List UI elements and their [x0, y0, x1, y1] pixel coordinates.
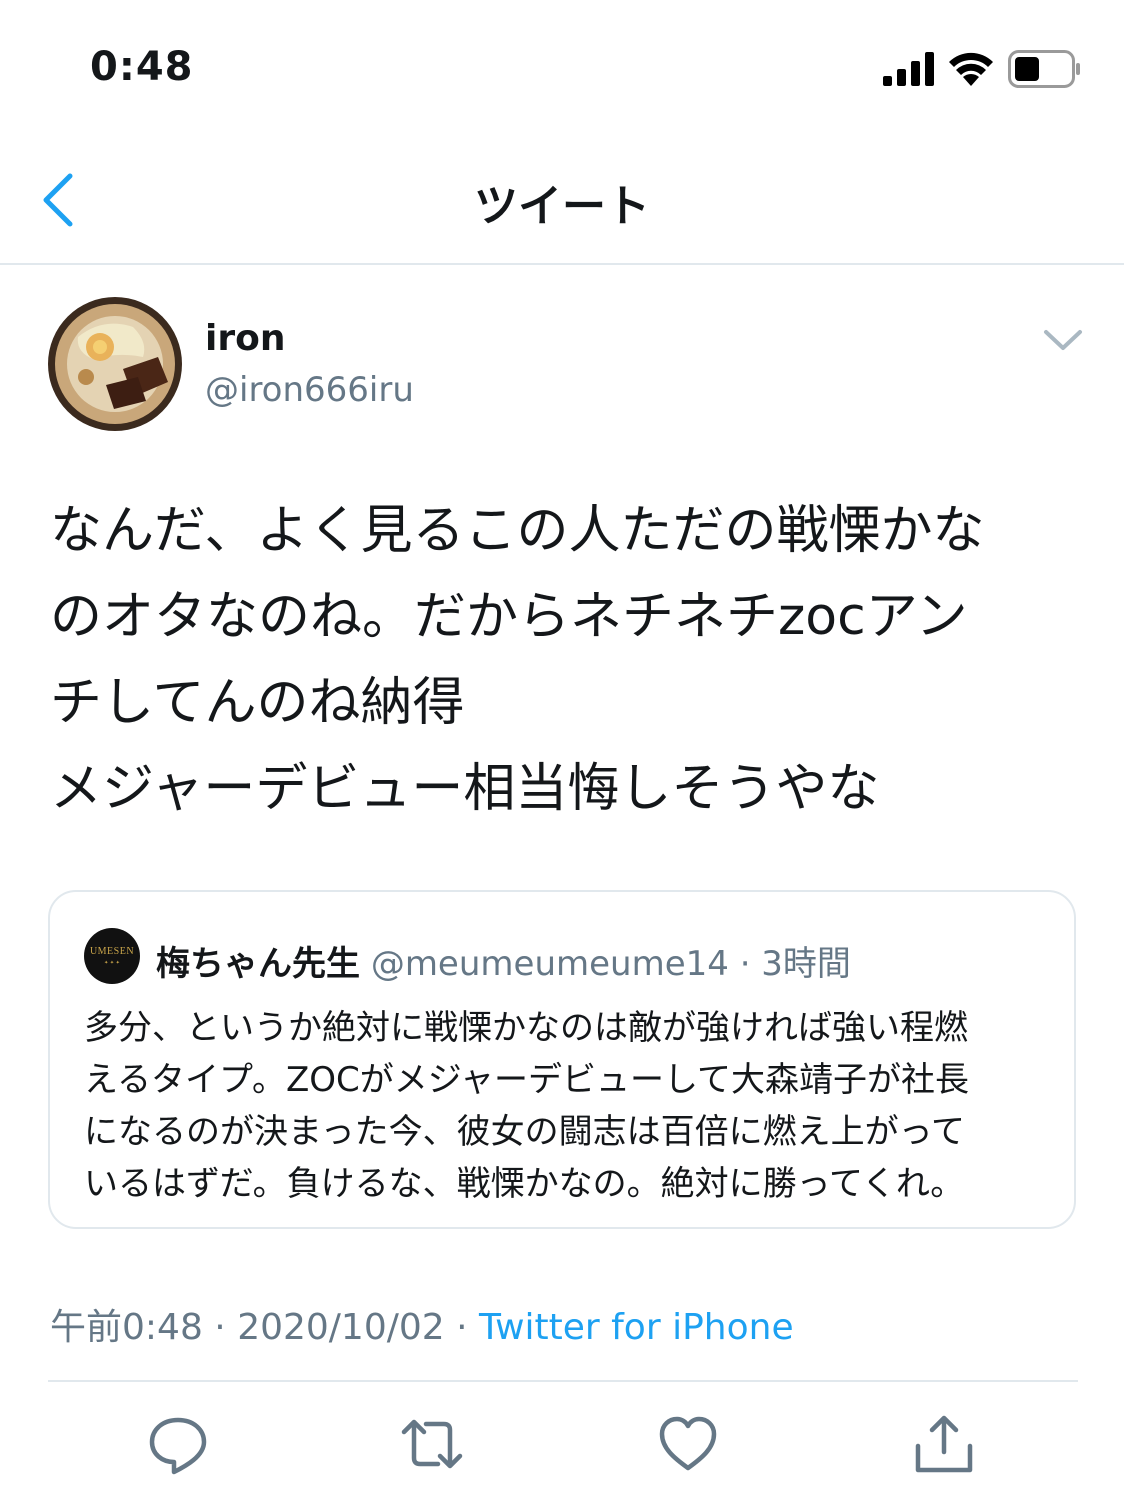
- ramen-photo-image: [48, 297, 182, 431]
- tweet-text-line: のオタなのね。だからネチネチzocアン: [50, 587, 968, 647]
- author-display-name[interactable]: iron: [205, 318, 285, 359]
- tweet-text-line: チしてんのね納得: [50, 673, 465, 733]
- quoted-time: · 3時間: [739, 944, 851, 984]
- tweet-text: なんだ、よく見るこの人ただの戦慄かな のオタなのね。だからネチネチzocアン チ…: [50, 488, 1070, 832]
- page-title: ツイート: [474, 181, 650, 232]
- chevron-down-icon[interactable]: [1040, 320, 1086, 360]
- avatar[interactable]: [48, 297, 182, 431]
- quoted-text-line: えるタイプ。ZOCがメジャーデビューして大森靖子が社長: [84, 1060, 970, 1100]
- quoted-text: 多分、というか絶対に戦慄かなのは敵が強ければ強い程燃 えるタイプ。ZOCがメジャ…: [84, 1002, 1054, 1210]
- tweet-meta: 午前0:48 · 2020/10/02 · Twitter for iPhone: [50, 1298, 794, 1350]
- like-icon[interactable]: [656, 1412, 720, 1476]
- quoted-display-name: 梅ちゃん先生: [156, 944, 360, 984]
- meta-separator: ·: [444, 1307, 480, 1348]
- tweet-time: 午前0:48: [50, 1307, 203, 1348]
- meta-separator: ·: [202, 1307, 238, 1348]
- quoted-text-line: になるのが決まった今、彼女の闘志は百倍に燃え上がって: [84, 1112, 965, 1152]
- quoted-text-line: 多分、というか絶対に戦慄かなのは敵が強ければ強い程燃: [84, 1008, 968, 1048]
- quoted-tweet-card[interactable]: UMESEN ✦ ✦ ✦ 梅ちゃん先生 @meumeumeume14 · 3時間…: [48, 890, 1076, 1229]
- cellular-signal-icon: [883, 52, 934, 86]
- status-bar: 0:48: [0, 0, 1124, 130]
- divider: [48, 1380, 1078, 1382]
- quoted-handle: @meumeumeume14: [370, 944, 729, 984]
- author-handle[interactable]: @iron666iru: [205, 370, 414, 410]
- tweet-source-link[interactable]: Twitter for iPhone: [479, 1307, 794, 1348]
- share-icon[interactable]: [912, 1412, 976, 1476]
- quoted-avatar: UMESEN ✦ ✦ ✦: [84, 928, 140, 984]
- quoted-text-line: いるはずだ。負けるな、戦慄かなの。絶対に勝ってくれ。: [84, 1164, 965, 1204]
- status-time: 0:48: [90, 44, 194, 90]
- navigation-bar: ツイート: [0, 130, 1124, 265]
- wifi-icon: [949, 52, 993, 86]
- quoted-avatar-logo: UMESEN: [89, 946, 135, 957]
- quoted-header: 梅ちゃん先生 @meumeumeume14 · 3時間: [156, 936, 851, 985]
- tweet-text-line: メジャーデビュー相当悔しそうやな: [50, 759, 880, 819]
- retweet-icon[interactable]: [400, 1412, 464, 1476]
- quoted-avatar-logo-sub: ✦ ✦ ✦: [104, 960, 120, 966]
- battery-icon: [1008, 50, 1080, 88]
- reply-icon[interactable]: [146, 1412, 210, 1476]
- tweet-text-line: なんだ、よく見るこの人ただの戦慄かな: [50, 501, 985, 561]
- tweet-date: 2020/10/02: [237, 1307, 445, 1348]
